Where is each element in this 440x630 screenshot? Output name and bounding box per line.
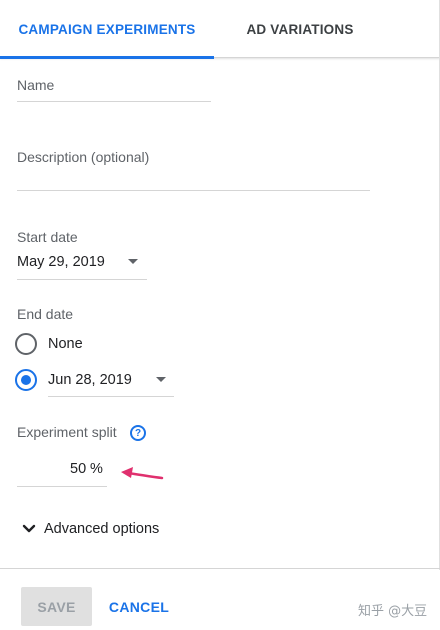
end-date-custom-radio[interactable] — [15, 369, 37, 391]
tab-bar: CAMPAIGN EXPERIMENTS AD VARIATIONS — [0, 0, 440, 59]
end-date-dropdown-arrow-icon[interactable] — [156, 377, 166, 382]
name-field-placeholder[interactable]: Name — [17, 77, 54, 93]
tab-ad-variations[interactable]: AD VARIATIONS — [214, 0, 386, 58]
cancel-button[interactable]: CANCEL — [104, 587, 174, 626]
name-field-underline[interactable] — [17, 101, 211, 102]
tab-campaign-experiments[interactable]: CAMPAIGN EXPERIMENTS — [0, 0, 214, 59]
help-icon[interactable]: ? — [130, 425, 146, 441]
experiment-split-unit: % — [90, 461, 103, 477]
start-date-dropdown-arrow-icon[interactable] — [128, 259, 138, 264]
save-button[interactable]: SAVE — [21, 587, 92, 626]
footer-divider — [0, 568, 440, 569]
experiment-split-underline — [17, 486, 107, 487]
start-date-value[interactable]: May 29, 2019 — [17, 254, 105, 270]
chevron-down-icon — [22, 524, 36, 533]
start-date-underline — [17, 279, 147, 280]
experiment-split-label: Experiment split — [17, 424, 117, 440]
end-date-underline — [48, 396, 174, 397]
advanced-options-label: Advanced options — [44, 521, 160, 537]
watermark: 知乎 @大豆 — [358, 604, 428, 619]
experiment-split-value[interactable]: 50 — [70, 461, 86, 477]
description-field-underline[interactable] — [17, 190, 370, 191]
start-date-label: Start date — [17, 229, 78, 245]
description-field-placeholder[interactable]: Description (optional) — [17, 149, 149, 165]
end-date-label: End date — [17, 306, 74, 322]
annotation-arrow-icon — [121, 467, 164, 480]
advanced-options-toggle[interactable]: Advanced options — [22, 518, 159, 540]
end-date-value[interactable]: Jun 28, 2019 — [48, 372, 132, 388]
end-date-none-label[interactable]: None — [48, 336, 83, 352]
end-date-none-radio[interactable] — [15, 333, 37, 355]
